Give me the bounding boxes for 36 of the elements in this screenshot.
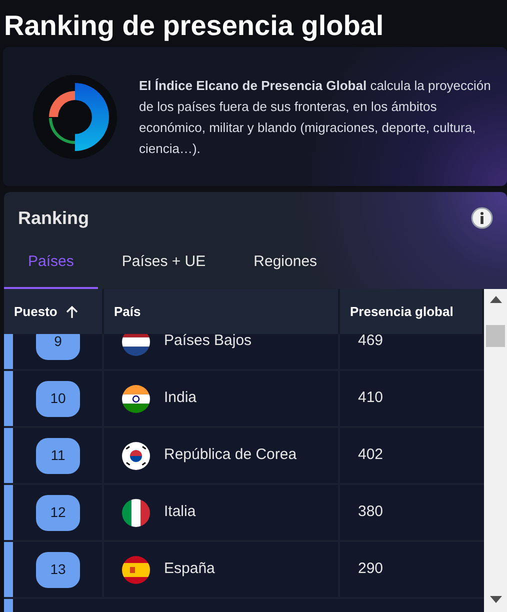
ranking-title: Ranking xyxy=(18,206,90,230)
country-name: República de Corea xyxy=(164,445,297,466)
presence-value: 402 xyxy=(358,445,384,466)
rank-badge: 10 xyxy=(36,380,80,416)
country-name: India xyxy=(164,388,197,408)
intro-text: El Índice Elcano de Presencia Global calcula la proyección de los países fuera de sus fronteras, en los ámbitos económico, militar y blando (migraciones, deporte, cultura, ciencia…). xyxy=(139,76,492,158)
rank-marker xyxy=(4,428,13,483)
country-name: Países Bajos xyxy=(164,334,252,352)
scroll-down-icon[interactable] xyxy=(490,596,502,604)
presence-value: 410 xyxy=(358,388,384,408)
presence-value: 380 xyxy=(358,502,384,522)
flag-icon xyxy=(122,556,150,584)
rank-marker xyxy=(4,542,13,597)
rank-badge: 13 xyxy=(36,552,80,588)
rank-badge: 12 xyxy=(36,494,80,530)
flag-icon xyxy=(122,442,150,470)
flag-icon xyxy=(122,334,150,356)
tab[interactable]: Países + UE xyxy=(98,234,230,289)
flag-icon xyxy=(122,384,150,412)
info-icon[interactable] xyxy=(471,207,493,229)
rank-badge: 11 xyxy=(36,438,80,474)
flag-icon xyxy=(122,498,150,526)
presence-value: 469 xyxy=(358,334,384,352)
rank-marker xyxy=(4,485,13,540)
logo-icon xyxy=(33,74,117,158)
country-name: España xyxy=(164,559,215,580)
scrollbar[interactable] xyxy=(484,289,507,612)
rank-marker xyxy=(4,371,13,426)
scroll-thumb[interactable] xyxy=(486,325,505,347)
page-title: Ranking de presencia global xyxy=(3,9,385,43)
tab[interactable]: Regiones xyxy=(230,234,342,289)
scroll-up-icon[interactable] xyxy=(490,295,502,303)
rank-badge: 9 xyxy=(36,334,80,360)
presence-value: 290 xyxy=(358,559,384,580)
country-name: Italia xyxy=(164,502,196,522)
sort-arrow-icon xyxy=(65,304,80,318)
